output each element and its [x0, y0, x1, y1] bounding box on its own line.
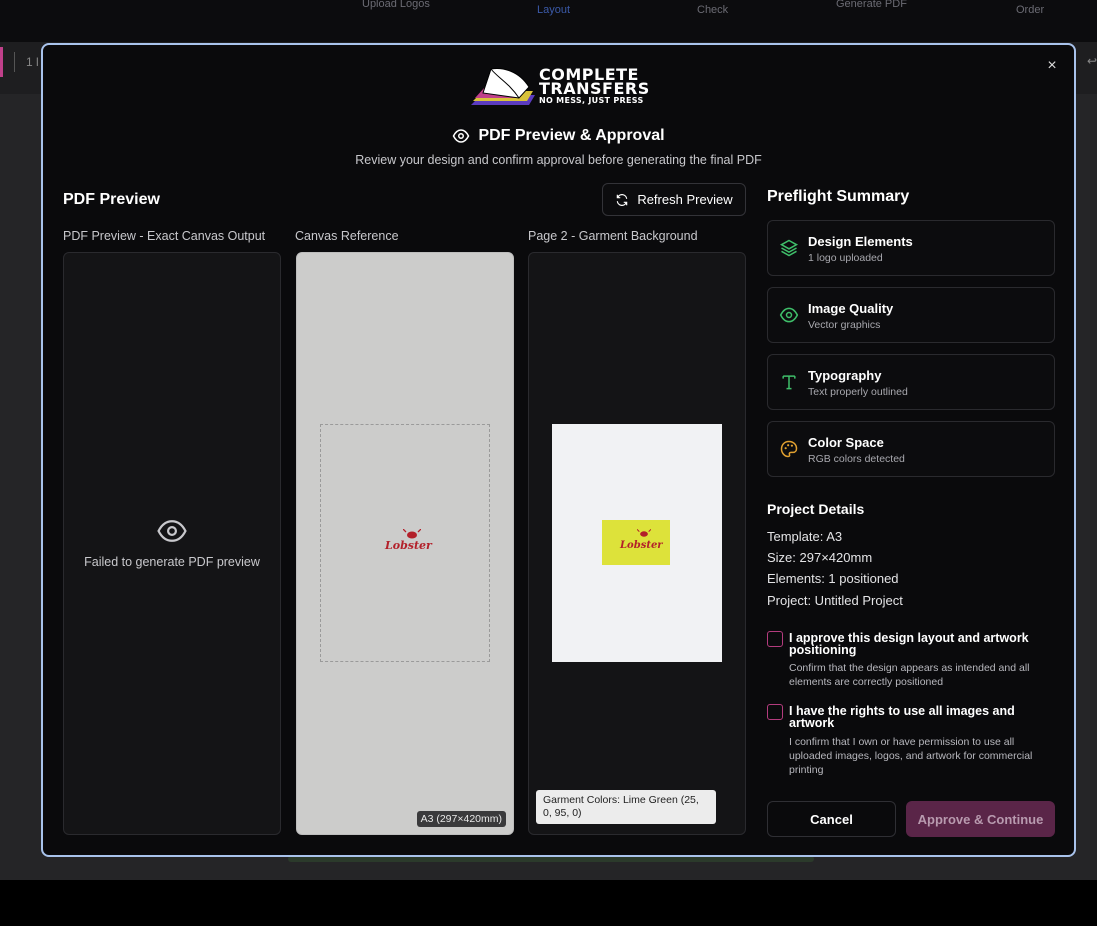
preview-error-message: Failed to generate PDF preview	[84, 555, 260, 569]
lobster-artwork-icon	[637, 529, 651, 537]
step-layout[interactable]: Layout	[537, 4, 570, 17]
toolbar-divider	[14, 52, 15, 72]
artwork-text[interactable]: Lobster	[385, 539, 432, 552]
eye-icon	[779, 307, 799, 323]
preflight-item-title: Design Elements	[808, 234, 913, 249]
approve-layout-label[interactable]: I approve this design layout and artwork…	[789, 632, 1059, 657]
preflight-item-status: 1 logo uploaded	[808, 252, 883, 264]
column-label-canvas-reference: Canvas Reference	[295, 229, 399, 243]
approve-layout-checkbox[interactable]	[767, 631, 783, 647]
app-header: Upload Logos Layout Check Generate PDF O…	[0, 0, 1097, 42]
eye-icon	[157, 520, 187, 542]
step-upload-logos[interactable]: Upload Logos	[362, 0, 430, 11]
preflight-item-status: Text properly outlined	[808, 386, 908, 398]
rights-confirmation-description: I confirm that I own or have permission …	[789, 736, 1033, 776]
type-icon	[782, 375, 796, 390]
approve-layout-description: Confirm that the design appears as inten…	[789, 662, 1030, 688]
project-elements: Elements: 1 positioned	[767, 571, 899, 586]
print-area: Lobster	[320, 424, 490, 662]
preflight-heading: Preflight Summary	[767, 188, 910, 205]
close-icon[interactable]: ×	[1042, 56, 1062, 76]
brand-logo-icon	[471, 68, 535, 105]
logo-line-2: TRANSFERS	[539, 79, 650, 98]
layers-icon	[779, 239, 799, 257]
logo-line-3: NO MESS, JUST PRESS	[539, 96, 644, 105]
garment-artwork: Lobster	[602, 520, 670, 565]
project-size: Size: 297×420mm	[767, 550, 873, 565]
rights-confirmation-label[interactable]: I have the rights to use all images and …	[789, 705, 1059, 730]
modal-title-row: PDF Preview & Approval	[43, 127, 1074, 145]
cancel-button[interactable]: Cancel	[767, 801, 896, 837]
preflight-image-quality: Image Quality Vector graphics	[767, 287, 1055, 343]
garment-page: Lobster	[552, 424, 722, 662]
preflight-item-title: Typography	[808, 368, 882, 383]
toolbar-breadcrumb: 1 l	[26, 55, 39, 69]
pdf-preview-modal: × COMPLETE TRANSFERS NO MESS, JUST PRESS…	[41, 43, 1076, 857]
approve-continue-button[interactable]: Approve & Continue	[906, 801, 1055, 837]
refresh-preview-label: Refresh Preview	[637, 192, 733, 207]
eye-icon	[453, 129, 470, 143]
column-label-garment-background: Page 2 - Garment Background	[528, 229, 698, 243]
refresh-icon	[617, 193, 628, 206]
preflight-item-title: Color Space	[808, 435, 884, 450]
brand-logo: COMPLETE TRANSFERS NO MESS, JUST PRESS	[469, 65, 653, 109]
rights-confirmation-checkbox[interactable]	[767, 704, 783, 720]
modal-subtitle: Review your design and confirm approval …	[355, 153, 762, 167]
preflight-item-title: Image Quality	[808, 301, 894, 316]
project-template: Template: A3	[767, 529, 843, 544]
palette-icon	[780, 440, 798, 458]
modal-title: PDF Preview & Approval	[478, 127, 665, 144]
preflight-item-status: RGB colors detected	[808, 453, 905, 465]
canvas-size-badge: A3 (297×420mm)	[416, 811, 506, 827]
step-check[interactable]: Check	[697, 4, 728, 17]
artwork-text: Lobster	[620, 540, 663, 551]
preview-heading: PDF Preview	[63, 191, 160, 208]
toolbar-accent	[0, 47, 3, 77]
step-order[interactable]: Order	[1016, 4, 1044, 17]
project-details-heading: Project Details	[767, 501, 865, 517]
project-name: Project: Untitled Project	[767, 593, 903, 608]
refresh-preview-button[interactable]: Refresh Preview	[602, 183, 746, 216]
pdf-preview-pane: Failed to generate PDF preview	[63, 252, 281, 835]
undo-icon[interactable]: ↩	[1087, 54, 1097, 68]
preflight-typography: Typography Text properly outlined	[767, 354, 1055, 410]
garment-background-pane: Lobster Garment Colors: Lime Green (25, …	[528, 252, 746, 835]
canvas-reference-pane: Lobster A3 (297×420mm)	[296, 252, 514, 835]
preflight-color-space: Color Space RGB colors detected	[767, 421, 1055, 477]
column-label-pdf-output: PDF Preview - Exact Canvas Output	[63, 229, 266, 243]
preflight-design-elements: Design Elements 1 logo uploaded	[767, 220, 1055, 276]
garment-colors-note: Garment Colors: Lime Green (25, 0, 95, 0…	[536, 790, 716, 824]
preflight-item-status: Vector graphics	[808, 319, 881, 331]
step-generate-pdf[interactable]: Generate PDF	[836, 0, 907, 11]
